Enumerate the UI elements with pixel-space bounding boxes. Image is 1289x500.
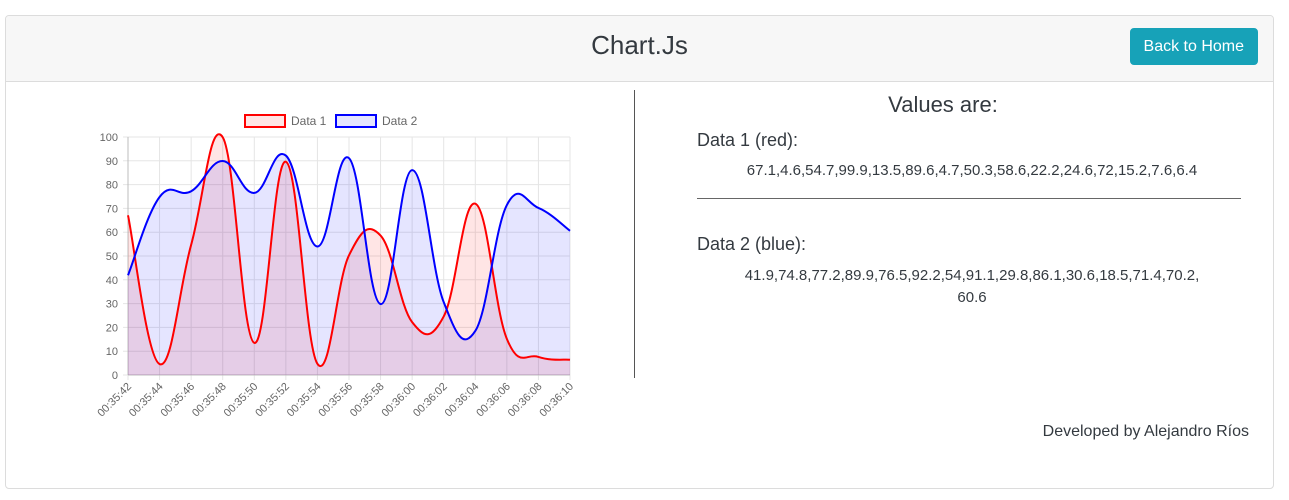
- y-tick-label: 10: [106, 346, 118, 358]
- y-tick-label: 80: [106, 180, 118, 192]
- line-chart: 0 10 20 30 40 50 60 70 80 90 100 00:35:42 00:35:44 00…: [85, 90, 576, 430]
- data1-values: 67.1,4.6,54.7,99.9,13.5,89.6,4.7,50.3,58…: [746, 162, 1198, 179]
- back-to-home-button[interactable]: Back to Home: [1129, 28, 1258, 65]
- y-tick-label: 60: [106, 227, 118, 239]
- data2-label: Data 2 (blue):: [697, 234, 807, 254]
- y-tick-label: 100: [100, 132, 118, 144]
- y-tick-label: 50: [106, 251, 118, 263]
- values-title: Values are:: [888, 92, 998, 117]
- y-tick-label: 90: [106, 156, 118, 168]
- horizontal-divider: [697, 198, 1241, 199]
- series-area-data2: [128, 153, 570, 375]
- x-tick-label: 00:36:10: [537, 381, 576, 420]
- page-title: Chart.Js: [591, 30, 688, 60]
- vertical-divider: [634, 90, 635, 378]
- legend-swatch-data1: [244, 114, 286, 128]
- y-tick-label: 40: [106, 275, 118, 287]
- y-tick-label: 0: [112, 370, 118, 382]
- data2-values: 41.9,74.8,77.2,89.9,76.5,92.2,54,91.1,29…: [744, 267, 1200, 306]
- y-tick-label: 20: [106, 322, 118, 334]
- chart-svg: 010203040506070809010000:35:4200:35:4400…: [95, 114, 576, 420]
- y-tick-label: 30: [106, 299, 118, 311]
- legend-swatch-data2: [335, 114, 377, 128]
- legend-label-data1: Data 1: [291, 114, 327, 128]
- y-tick-label: 70: [106, 203, 118, 215]
- legend-label-data2: Data 2: [382, 114, 418, 128]
- card-header: Chart.Js Back to Home: [6, 16, 1273, 82]
- footer-credit: Developed by Alejandro Ríos: [1042, 423, 1249, 440]
- data1-label: Data 1 (red):: [697, 130, 799, 150]
